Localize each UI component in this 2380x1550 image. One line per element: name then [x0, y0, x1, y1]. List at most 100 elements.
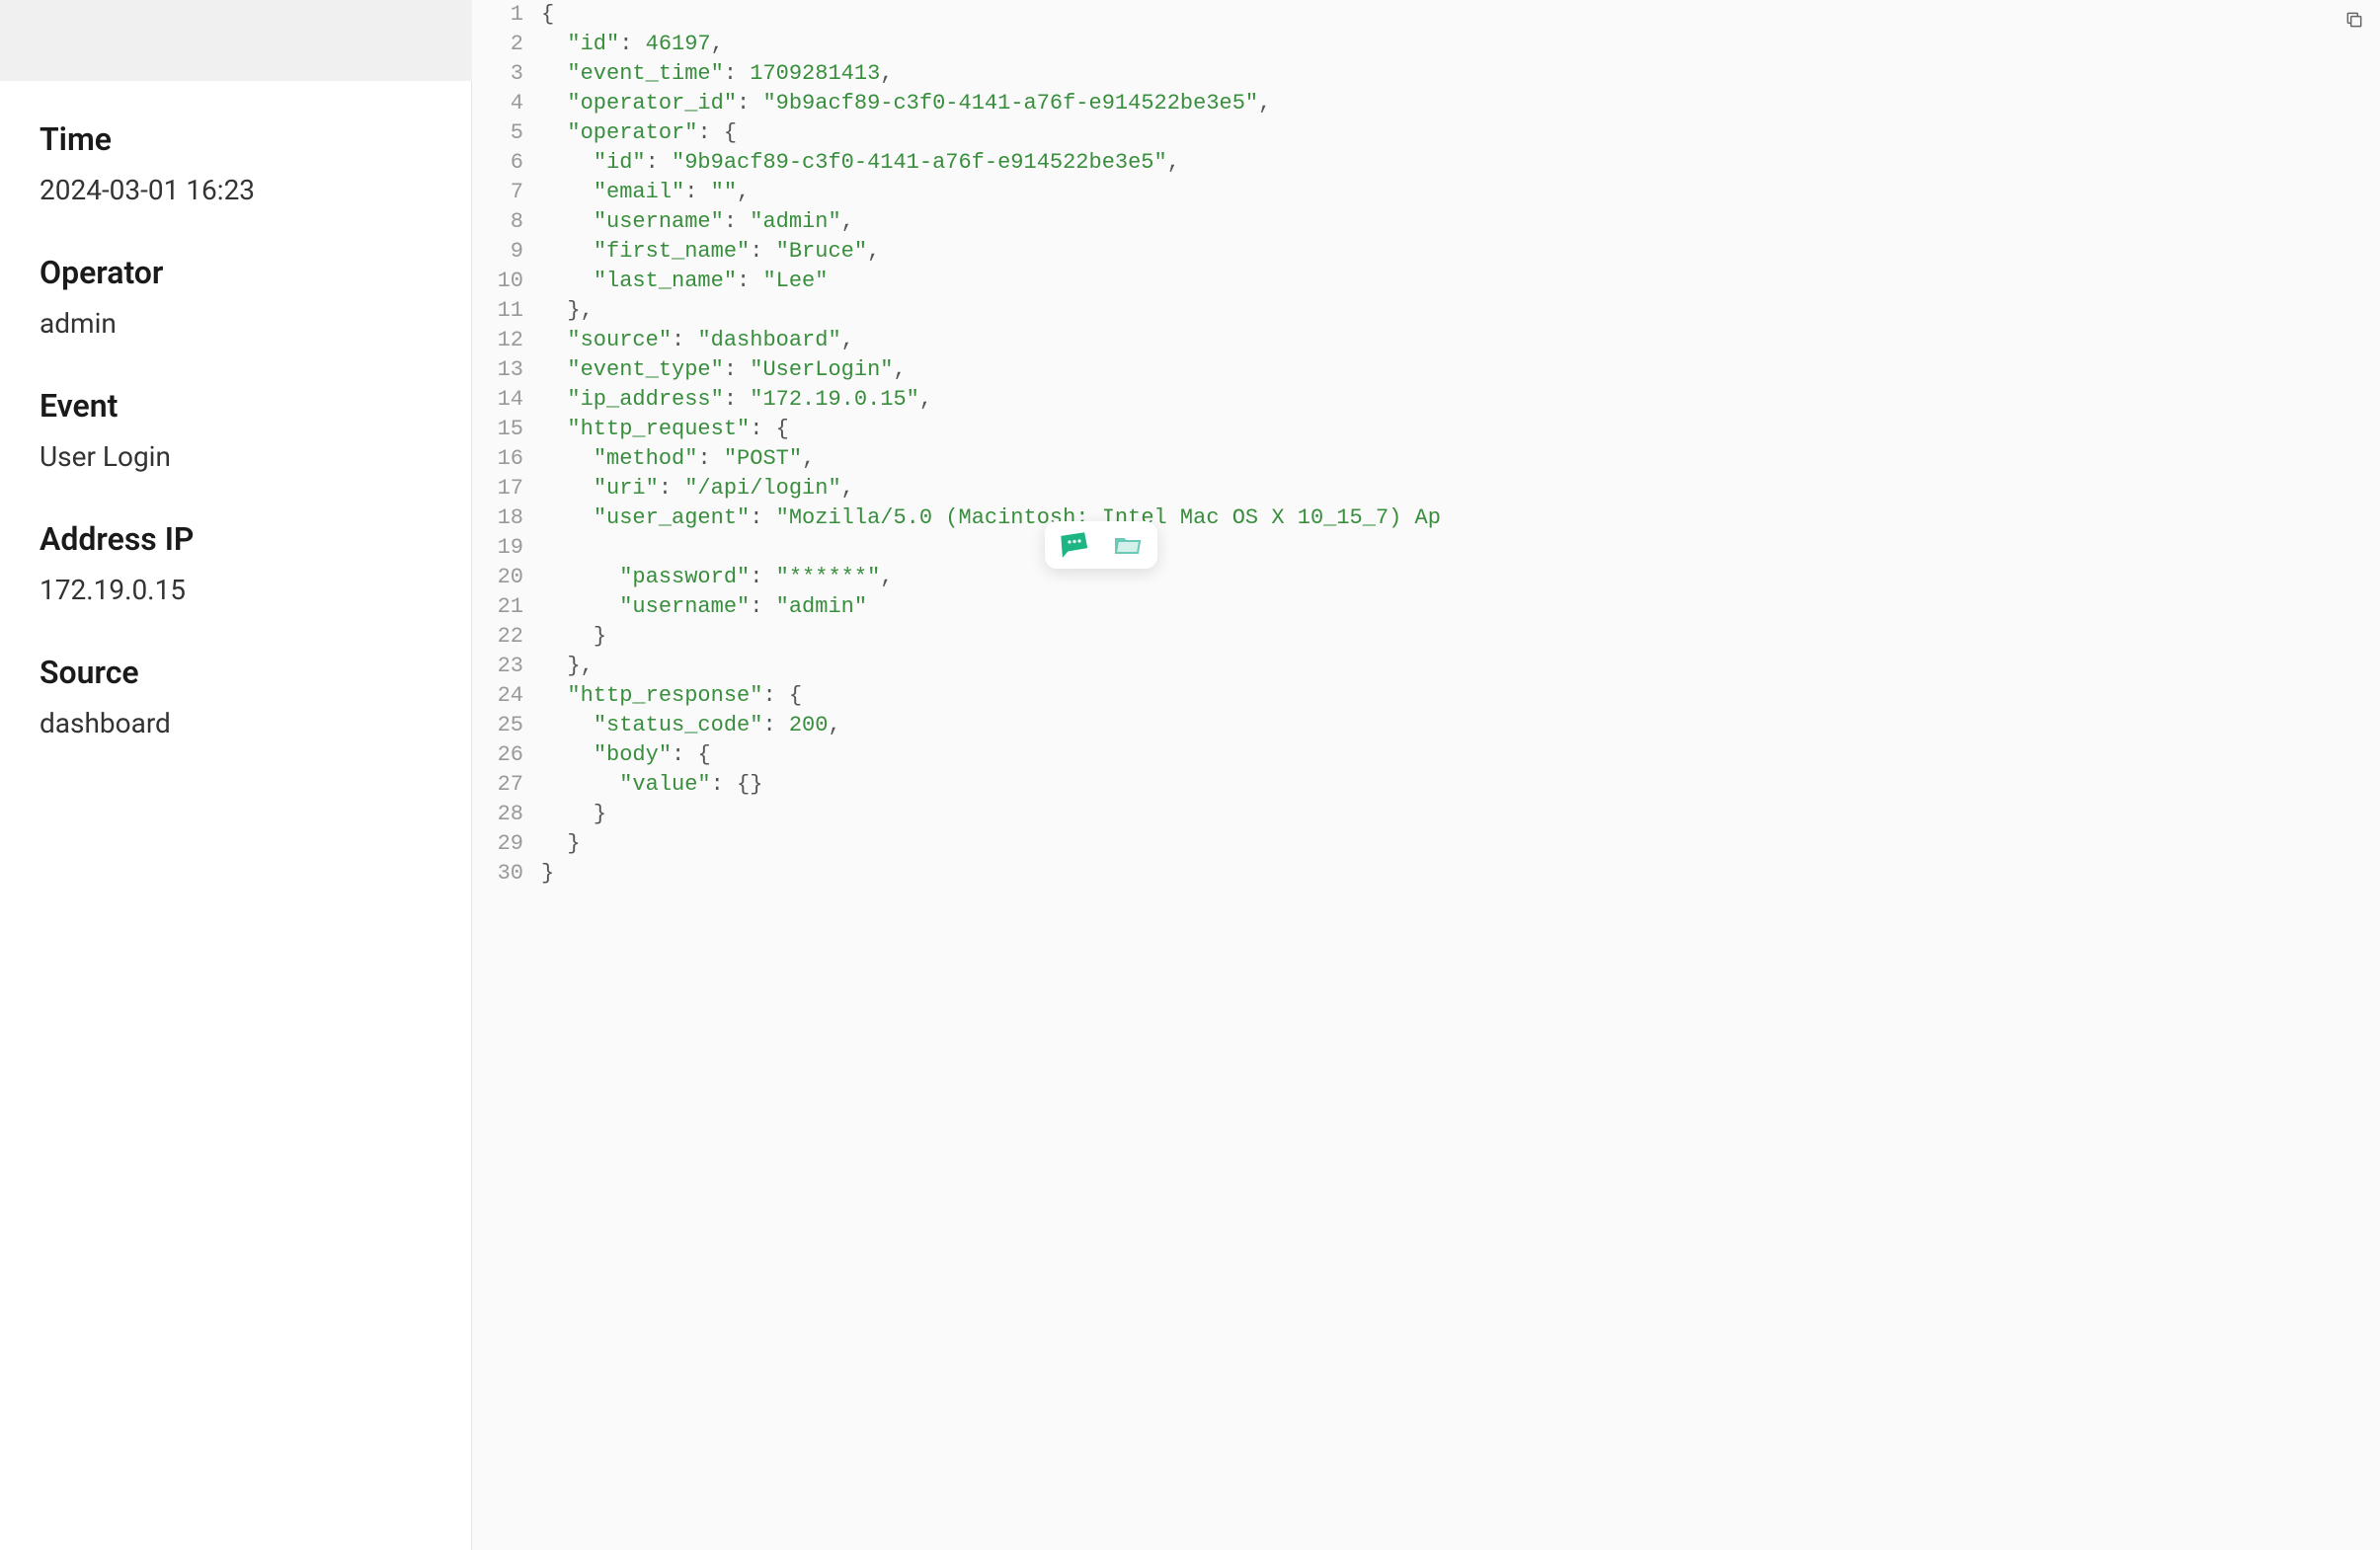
line-number: 11	[472, 296, 541, 326]
line-number: 21	[472, 592, 541, 622]
line-content[interactable]: "operator": {	[541, 118, 2380, 148]
code-line: 1{	[472, 0, 2380, 30]
chat-icon[interactable]	[1059, 529, 1090, 561]
code-lines-container[interactable]: 1{2 "id": 46197,3 "event_time": 17092814…	[472, 0, 2380, 889]
line-content[interactable]: "email": "",	[541, 178, 2380, 207]
line-number: 3	[472, 59, 541, 89]
line-number: 26	[472, 740, 541, 770]
line-content[interactable]: "username": "admin"	[541, 592, 2380, 622]
line-number: 24	[472, 681, 541, 711]
code-line: 5 "operator": {	[472, 118, 2380, 148]
code-line: 14 "ip_address": "172.19.0.15",	[472, 385, 2380, 415]
line-content[interactable]: }	[541, 859, 2380, 889]
code-line: 8 "username": "admin",	[472, 207, 2380, 237]
code-line: 17 "uri": "/api/login",	[472, 474, 2380, 504]
line-number: 14	[472, 385, 541, 415]
line-number: 17	[472, 474, 541, 504]
line-content[interactable]: {	[541, 0, 2380, 30]
line-content[interactable]: "operator_id": "9b9acf89-c3f0-4141-a76f-…	[541, 89, 2380, 118]
code-line: 9 "first_name": "Bruce",	[472, 237, 2380, 267]
copy-button[interactable]	[2340, 6, 2368, 34]
operator-field: Operator admin	[40, 254, 432, 340]
code-line: 4 "operator_id": "9b9acf89-c3f0-4141-a76…	[472, 89, 2380, 118]
line-content[interactable]: "status_code": 200,	[541, 711, 2380, 740]
line-content[interactable]: "http_response": {	[541, 681, 2380, 711]
copy-icon	[2344, 10, 2364, 30]
line-number: 9	[472, 237, 541, 267]
line-content[interactable]: "ip_address": "172.19.0.15",	[541, 385, 2380, 415]
line-number: 6	[472, 148, 541, 178]
time-value: 2024-03-01 16:23	[40, 174, 432, 206]
operator-value: admin	[40, 307, 432, 340]
selection-toolbar	[1045, 521, 1157, 569]
code-line: 21 "username": "admin"	[472, 592, 2380, 622]
code-line: 22 }	[472, 622, 2380, 652]
line-content[interactable]: "first_name": "Bruce",	[541, 237, 2380, 267]
event-value: User Login	[40, 440, 432, 473]
code-line: 18 "user_agent": "Mozilla/5.0 (Macintosh…	[472, 504, 2380, 533]
line-content[interactable]: "method": "POST",	[541, 444, 2380, 474]
line-content[interactable]: "username": "admin",	[541, 207, 2380, 237]
line-number: 7	[472, 178, 541, 207]
line-content[interactable]: "source": "dashboard",	[541, 326, 2380, 355]
line-content[interactable]: },	[541, 652, 2380, 681]
line-content[interactable]: "body": {	[541, 740, 2380, 770]
address-ip-label: Address IP	[40, 520, 432, 558]
line-number: 12	[472, 326, 541, 355]
line-number: 1	[472, 0, 541, 30]
line-content[interactable]: "http_request": {	[541, 415, 2380, 444]
code-line: 23 },	[472, 652, 2380, 681]
line-content[interactable]: },	[541, 296, 2380, 326]
line-content[interactable]: }	[541, 622, 2380, 652]
line-number: 5	[472, 118, 541, 148]
line-number: 29	[472, 829, 541, 859]
line-number: 23	[472, 652, 541, 681]
line-content[interactable]: }	[541, 829, 2380, 859]
line-number: 28	[472, 800, 541, 829]
line-content[interactable]: "password": "******",	[541, 563, 2380, 592]
line-content[interactable]: "value": {}	[541, 770, 2380, 800]
line-number: 18	[472, 504, 541, 533]
code-line: 26 "body": {	[472, 740, 2380, 770]
line-number: 13	[472, 355, 541, 385]
source-value: dashboard	[40, 707, 432, 739]
code-line: 7 "email": "",	[472, 178, 2380, 207]
line-number: 25	[472, 711, 541, 740]
code-line: 20 "password": "******",	[472, 563, 2380, 592]
code-line: 10 "last_name": "Lee"	[472, 267, 2380, 296]
code-line: 13 "event_type": "UserLogin",	[472, 355, 2380, 385]
details-sidebar: Time 2024-03-01 16:23 Operator admin Eve…	[0, 81, 472, 1550]
line-content[interactable]: "id": 46197,	[541, 30, 2380, 59]
time-label: Time	[40, 120, 432, 158]
line-number: 16	[472, 444, 541, 474]
line-content[interactable]: "event_type": "UserLogin",	[541, 355, 2380, 385]
line-number: 10	[472, 267, 541, 296]
sidebar-spacer	[0, 0, 472, 81]
address-ip-field: Address IP 172.19.0.15	[40, 520, 432, 606]
code-line: 3 "event_time": 1709281413,	[472, 59, 2380, 89]
line-number: 15	[472, 415, 541, 444]
line-number: 30	[472, 859, 541, 889]
code-line: 19	[472, 533, 2380, 563]
line-number: 4	[472, 89, 541, 118]
line-content[interactable]: "user_agent": "Mozilla/5.0 (Macintosh; I…	[541, 504, 2380, 533]
line-content[interactable]: "event_time": 1709281413,	[541, 59, 2380, 89]
event-field: Event User Login	[40, 387, 432, 473]
source-field: Source dashboard	[40, 654, 432, 739]
code-line: 30}	[472, 859, 2380, 889]
folder-icon[interactable]	[1112, 529, 1144, 561]
event-label: Event	[40, 387, 432, 425]
code-line: 16 "method": "POST",	[472, 444, 2380, 474]
code-line: 25 "status_code": 200,	[472, 711, 2380, 740]
code-line: 12 "source": "dashboard",	[472, 326, 2380, 355]
code-line: 24 "http_response": {	[472, 681, 2380, 711]
line-content[interactable]: "uri": "/api/login",	[541, 474, 2380, 504]
line-content[interactable]: "last_name": "Lee"	[541, 267, 2380, 296]
address-ip-value: 172.19.0.15	[40, 574, 432, 606]
source-label: Source	[40, 654, 432, 691]
line-number: 27	[472, 770, 541, 800]
code-line: 6 "id": "9b9acf89-c3f0-4141-a76f-e914522…	[472, 148, 2380, 178]
line-content[interactable]: "id": "9b9acf89-c3f0-4141-a76f-e914522be…	[541, 148, 2380, 178]
line-content[interactable]: }	[541, 800, 2380, 829]
json-code-panel: 1{2 "id": 46197,3 "event_time": 17092814…	[472, 0, 2380, 1550]
